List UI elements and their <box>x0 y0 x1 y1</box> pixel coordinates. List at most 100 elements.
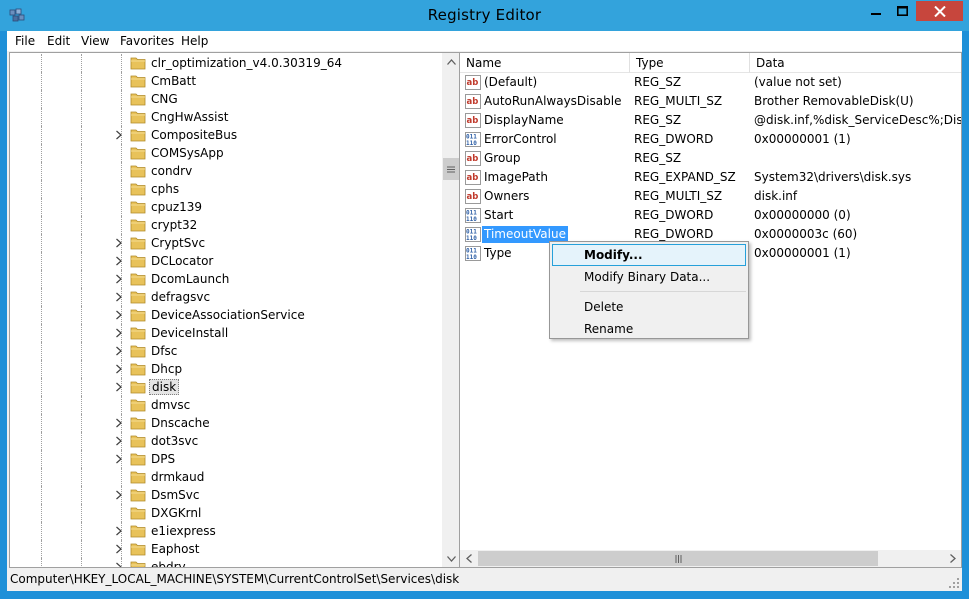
value-row[interactable]: ab Group REG_SZ <box>460 149 960 168</box>
expand-arrow-icon[interactable] <box>115 490 123 500</box>
tree-item[interactable]: dmvsc <box>10 396 442 414</box>
tree-item[interactable]: DcomLaunch <box>10 270 442 288</box>
tree-guide-line <box>121 72 122 90</box>
tree-item[interactable]: e1iexpress <box>10 522 442 540</box>
menu-edit[interactable]: Edit <box>47 34 70 48</box>
tree-item[interactable]: CmBatt <box>10 72 442 90</box>
close-button[interactable] <box>916 1 963 21</box>
expand-arrow-icon[interactable] <box>115 328 123 338</box>
value-type: REG_SZ <box>634 113 682 127</box>
tree-guide-line <box>41 126 42 144</box>
expand-arrow-icon[interactable] <box>115 526 123 536</box>
value-row[interactable]: ab ImagePath REG_EXPAND_SZ System32\drivers… <box>460 168 960 187</box>
expand-arrow-icon[interactable] <box>115 256 123 266</box>
title-bar[interactable]: Registry Editor <box>0 0 969 31</box>
key-tree-pane[interactable]: clr_optimization_v4.0.30319_64 CmBatt CNG C… <box>9 52 461 568</box>
grip-lines-icon <box>675 554 681 563</box>
expand-arrow-icon[interactable] <box>115 454 123 464</box>
value-type: REG_MULTI_SZ <box>634 94 723 108</box>
value-data: 0x00000001 (1) <box>754 132 851 146</box>
tree-item[interactable]: DPS <box>10 450 442 468</box>
tree-vertical-scrollbar[interactable] <box>442 53 460 567</box>
column-header-type[interactable]: Type <box>630 53 750 73</box>
expand-arrow-icon[interactable] <box>115 562 123 567</box>
column-header-data[interactable]: Data <box>750 53 961 73</box>
tree-item[interactable]: Dnscache <box>10 414 442 432</box>
value-row[interactable]: ab Owners REG_MULTI_SZ disk.inf <box>460 187 960 206</box>
folder-icon <box>130 327 146 340</box>
tree-item[interactable]: COMSysApp <box>10 144 442 162</box>
tree-item[interactable]: CngHwAssist <box>10 108 442 126</box>
expand-arrow-icon[interactable] <box>115 238 123 248</box>
menu-favorites[interactable]: Favorites <box>120 34 174 48</box>
tree-item[interactable]: clr_optimization_v4.0.30319_64 <box>10 54 442 72</box>
tree-guide-line <box>41 342 42 360</box>
value-row[interactable]: ab DisplayName REG_SZ @disk.inf,%disk_Servi… <box>460 111 961 130</box>
tree-item[interactable]: dot3svc <box>10 432 442 450</box>
tree-guide-line <box>81 108 82 126</box>
expand-arrow-icon[interactable] <box>115 364 123 374</box>
tree-item[interactable]: Eaphost <box>10 540 442 558</box>
context-menu-modify[interactable]: Modify... <box>552 244 746 266</box>
tree-item[interactable]: cpuz139 <box>10 198 442 216</box>
resize-grip-icon[interactable] <box>948 577 960 589</box>
tree-guide-line <box>121 198 122 216</box>
tree-guide-line <box>121 396 122 414</box>
tree-item[interactable]: cphs <box>10 180 442 198</box>
menu-help[interactable]: Help <box>181 34 208 48</box>
expand-arrow-icon[interactable] <box>115 130 123 140</box>
tree-item[interactable]: CompositeBus <box>10 126 442 144</box>
tree-item[interactable]: defragsvc <box>10 288 442 306</box>
key-tree[interactable]: clr_optimization_v4.0.30319_64 CmBatt CNG C… <box>10 53 442 567</box>
folder-icon <box>130 201 146 214</box>
tree-item-label: disk <box>149 379 180 395</box>
context-menu-modify-binary-data[interactable]: Modify Binary Data... <box>552 266 746 288</box>
tree-item[interactable]: DsmSvc <box>10 486 442 504</box>
tree-item[interactable]: crypt32 <box>10 216 442 234</box>
svg-text:ab: ab <box>467 116 479 126</box>
menu-file[interactable]: File <box>15 34 35 48</box>
tree-item[interactable]: condrv <box>10 162 442 180</box>
expand-arrow-icon[interactable] <box>115 310 123 320</box>
column-header-name[interactable]: Name <box>460 53 630 73</box>
maximize-button[interactable] <box>889 1 915 21</box>
value-row[interactable]: ab AutoRunAlwaysDisable REG_MULTI_SZ Brothe… <box>460 92 960 111</box>
value-row[interactable]: 011 110 ErrorControl REG_DWORD 0x00000001 (1… <box>460 130 960 149</box>
tree-item[interactable]: CryptSvc <box>10 234 442 252</box>
scroll-thumb[interactable] <box>443 158 459 180</box>
tree-item[interactable]: DeviceAssociationService <box>10 306 442 324</box>
expand-arrow-icon[interactable] <box>115 436 123 446</box>
scroll-left-button[interactable] <box>460 550 477 567</box>
scroll-right-button[interactable] <box>944 550 961 567</box>
expand-arrow-icon[interactable] <box>115 544 123 554</box>
tree-guide-line <box>81 72 82 90</box>
expand-arrow-icon[interactable] <box>115 292 123 302</box>
value-row[interactable]: ab (Default) REG_SZ (value not set) <box>460 73 960 92</box>
scroll-down-button[interactable] <box>442 550 460 567</box>
tree-guide-line <box>81 486 82 504</box>
tree-item[interactable]: drmkaud <box>10 468 442 486</box>
horizontal-scroll-thumb[interactable] <box>478 551 878 566</box>
context-menu-delete[interactable]: Delete <box>552 296 746 318</box>
value-row[interactable]: 011 110 Start REG_DWORD 0x00000000 (0) <box>460 206 960 225</box>
tree-item[interactable]: disk <box>10 378 442 396</box>
expand-arrow-icon[interactable] <box>115 382 123 392</box>
tree-item-label: crypt32 <box>151 218 198 232</box>
tree-item[interactable]: DCLocator <box>10 252 442 270</box>
expand-arrow-icon[interactable] <box>115 346 123 356</box>
menu-view[interactable]: View <box>81 34 109 48</box>
scroll-up-button[interactable] <box>442 53 460 70</box>
tree-item[interactable]: Dfsc <box>10 342 442 360</box>
tree-guide-line <box>81 450 82 468</box>
tree-item[interactable]: DeviceInstall <box>10 324 442 342</box>
context-menu-rename[interactable]: Rename <box>552 318 746 340</box>
tree-item[interactable]: DXGKrnl <box>10 504 442 522</box>
expand-arrow-icon[interactable] <box>115 418 123 428</box>
folder-icon <box>130 183 146 196</box>
tree-item[interactable]: ebdrv <box>10 558 442 567</box>
minimize-button[interactable] <box>863 1 889 21</box>
tree-item[interactable]: Dhcp <box>10 360 442 378</box>
expand-arrow-icon[interactable] <box>115 274 123 284</box>
tree-item[interactable]: CNG <box>10 90 442 108</box>
list-horizontal-scrollbar[interactable] <box>460 550 961 567</box>
